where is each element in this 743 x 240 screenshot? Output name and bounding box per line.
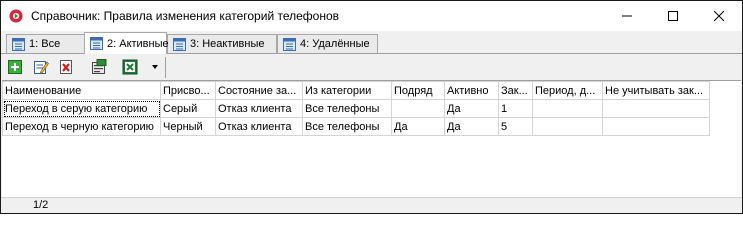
cell-period[interactable] <box>532 117 603 136</box>
tab-active[interactable]: 2: Активные <box>84 32 169 54</box>
tab-label: 4: Удалённые <box>300 38 370 50</box>
cell-consecutive[interactable] <box>391 99 445 118</box>
table-row[interactable]: Переход в серую категорию Серый Отказ кл… <box>2 99 710 118</box>
header-row: Наименование Присво... Состояние за... И… <box>2 81 710 100</box>
column-header-ignore[interactable]: Не учитывать зак... <box>602 81 710 100</box>
list-icon <box>12 37 25 51</box>
column-header-name[interactable]: Наименование <box>2 81 161 100</box>
column-header-period[interactable]: Период, д... <box>532 81 603 100</box>
tab-label: 3: Неактивные <box>190 38 265 50</box>
cell-name[interactable]: Переход в серую категорию <box>2 99 161 118</box>
add-icon <box>8 60 22 74</box>
cell-state[interactable]: Отказ клиента <box>215 99 303 118</box>
cell-assigned[interactable]: Черный <box>160 117 216 136</box>
cell-state[interactable]: Отказ клиента <box>215 117 303 136</box>
app-window: Справочник: Правила изменения категорий … <box>0 0 743 214</box>
properties-button[interactable] <box>91 59 107 75</box>
cell-consecutive[interactable]: Да <box>391 117 445 136</box>
toolbar-separator <box>165 57 166 78</box>
close-button[interactable] <box>696 1 742 31</box>
cell-active[interactable]: Да <box>444 117 499 136</box>
tab-deleted[interactable]: 4: Удалённые <box>277 34 378 53</box>
title-bar: Справочник: Правила изменения категорий … <box>1 1 742 31</box>
delete-icon <box>60 60 72 74</box>
tab-label: 1: Все <box>29 38 61 50</box>
toolbar <box>1 55 742 80</box>
column-header-state[interactable]: Состояние за... <box>215 81 303 100</box>
data-grid[interactable]: Наименование Присво... Состояние за... И… <box>2 80 741 197</box>
cell-ignore[interactable] <box>602 99 710 118</box>
window-title: Справочник: Правила изменения категорий … <box>31 9 340 23</box>
delete-button[interactable] <box>58 59 74 75</box>
tab-all[interactable]: 1: Все <box>6 34 85 53</box>
column-header-active[interactable]: Активно <box>444 81 499 100</box>
edit-icon <box>34 61 49 74</box>
add-button[interactable] <box>7 59 23 75</box>
app-red-circle-icon[interactable] <box>9 9 23 23</box>
tab-label: 2: Активные <box>107 37 169 50</box>
close-icon <box>714 11 724 21</box>
cell-period[interactable] <box>532 99 603 118</box>
column-header-from-category[interactable]: Из категории <box>302 81 392 100</box>
cell-assigned[interactable]: Серый <box>160 99 216 118</box>
edit-button[interactable] <box>33 59 49 75</box>
cell-from-category[interactable]: Все телефоны <box>302 99 392 118</box>
list-icon <box>173 37 186 51</box>
tab-strip: 1: Все 2: Активные 3: Неактивные 4: Удал… <box>1 31 742 54</box>
list-icon <box>283 37 296 51</box>
cell-from-category[interactable]: Все телефоны <box>302 117 392 136</box>
column-header-consecutive[interactable]: Подряд <box>391 81 445 100</box>
cell-name[interactable]: Переход в черную категорию <box>2 117 161 136</box>
maximize-button[interactable] <box>650 1 696 31</box>
excel-export-icon <box>122 59 138 75</box>
column-header-orders[interactable]: Зак... <box>498 81 533 100</box>
minimize-icon <box>622 15 632 17</box>
table-row[interactable]: Переход в черную категорию Черный Отказ … <box>2 117 710 136</box>
maximize-icon <box>668 11 678 21</box>
cell-ignore[interactable] <box>602 117 710 136</box>
rules-table: Наименование Присво... Состояние за... И… <box>2 81 710 136</box>
dropdown-arrow-icon[interactable] <box>152 65 158 69</box>
list-icon <box>90 37 103 50</box>
column-header-assigned[interactable]: Присво... <box>160 81 216 100</box>
properties-icon <box>92 59 107 74</box>
tab-inactive[interactable]: 3: Неактивные <box>167 34 277 53</box>
cell-orders[interactable]: 5 <box>498 117 533 136</box>
record-position: 1/2 <box>33 199 49 211</box>
excel-export-button[interactable] <box>122 59 138 75</box>
minimize-button[interactable] <box>604 1 650 31</box>
status-bar: 1/2 <box>1 197 742 213</box>
cell-active[interactable]: Да <box>444 99 499 118</box>
cell-orders[interactable]: 1 <box>498 99 533 118</box>
